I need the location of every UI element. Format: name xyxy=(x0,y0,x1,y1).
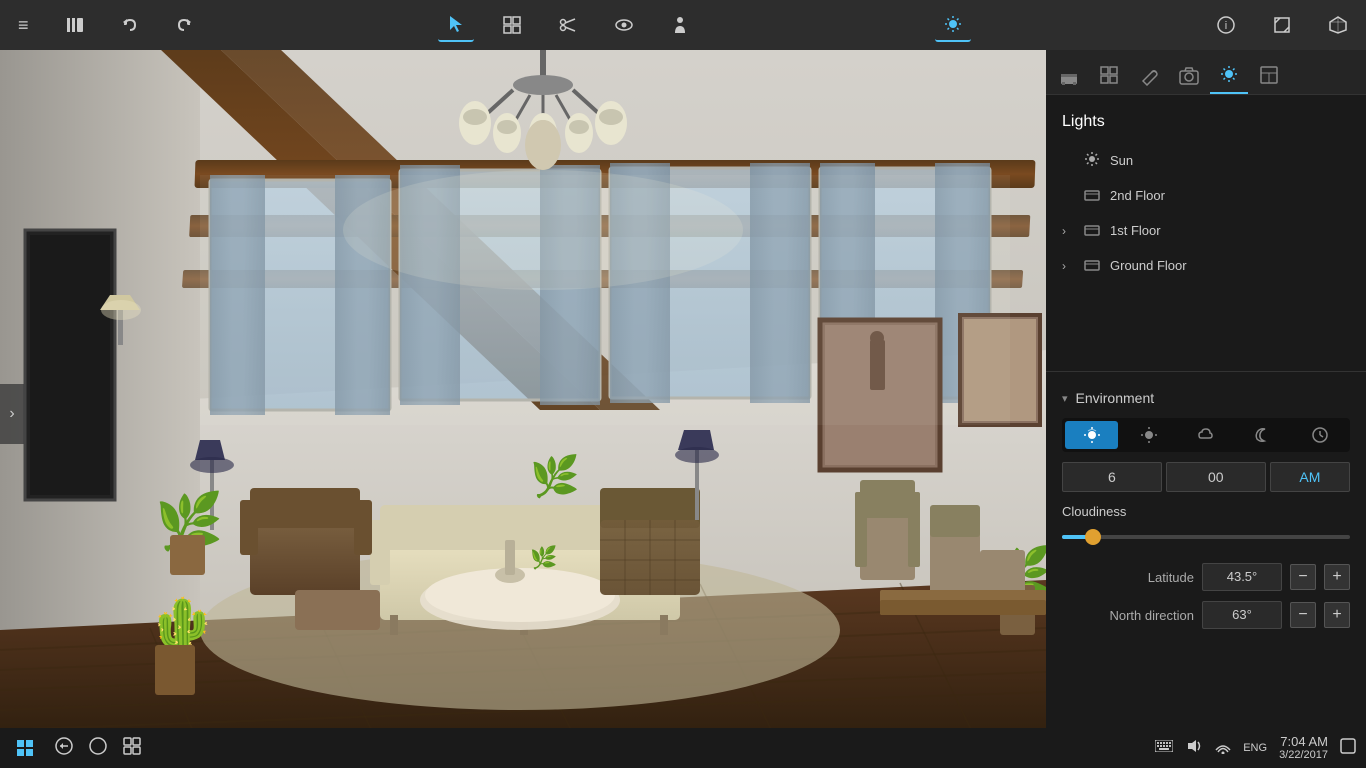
time-min[interactable]: 00 xyxy=(1166,462,1266,492)
svg-text:🌿: 🌿 xyxy=(530,545,557,570)
floor-light-icon-2 xyxy=(1084,186,1100,205)
tab-plan[interactable] xyxy=(1250,56,1288,94)
objects-icon[interactable] xyxy=(494,9,530,41)
left-nav-arrow[interactable]: › xyxy=(0,384,24,444)
north-direction-label: North direction xyxy=(1062,608,1194,623)
expand-arrow-1st: › xyxy=(1062,224,1074,238)
tab-decorate[interactable] xyxy=(1130,56,1168,94)
person-icon[interactable] xyxy=(662,9,698,41)
language-icon[interactable]: ENG xyxy=(1243,742,1267,754)
time-display: 6 00 AM xyxy=(1062,462,1350,492)
light-item-ground-floor[interactable]: › Ground Floor xyxy=(1046,248,1366,283)
tab-furniture[interactable] xyxy=(1050,56,1088,94)
library-icon[interactable] xyxy=(57,9,93,41)
env-chevron-icon: ▾ xyxy=(1062,392,1068,405)
latitude-row: Latitude 43.5° − + xyxy=(1062,563,1350,591)
select-icon[interactable] xyxy=(438,8,474,42)
nav-arrow-label: › xyxy=(9,405,14,423)
windows-logo-icon xyxy=(17,740,33,756)
cloudiness-slider[interactable] xyxy=(1062,527,1350,547)
time-ampm[interactable]: AM xyxy=(1270,462,1350,492)
panel-content: Lights Sun 2nd Floor › 1st Floor xyxy=(1046,95,1366,728)
clock-date: 3/22/2017 xyxy=(1279,749,1328,762)
sun-light-icon xyxy=(1084,151,1100,170)
top-toolbar: ≡ i xyxy=(0,0,1366,50)
right-panel: Lights Sun 2nd Floor › 1st Floor xyxy=(1046,50,1366,728)
panel-tabs xyxy=(1046,50,1366,95)
clock-time: 7:04 AM xyxy=(1279,734,1328,750)
system-time[interactable]: 7:04 AM 3/22/2017 xyxy=(1279,734,1328,763)
tab-lights[interactable] xyxy=(1210,56,1248,94)
hamburger-menu-icon[interactable]: ≡ xyxy=(10,9,37,42)
panel-divider xyxy=(1046,371,1366,372)
sun-light-label: Sun xyxy=(1110,153,1133,168)
cloudiness-label: Cloudiness xyxy=(1062,504,1350,519)
light-item-2nd-floor[interactable]: 2nd Floor xyxy=(1046,178,1366,213)
cloudiness-section: Cloudiness xyxy=(1062,504,1350,547)
north-direction-row: North direction 63° − + xyxy=(1062,601,1350,629)
keyboard-icon[interactable] xyxy=(1155,739,1173,757)
svg-text:🌿: 🌿 xyxy=(530,453,580,499)
volume-icon[interactable] xyxy=(1185,737,1203,760)
north-decrease-btn[interactable]: − xyxy=(1290,602,1316,628)
time-hour[interactable]: 6 xyxy=(1062,462,1162,492)
tab-build[interactable] xyxy=(1090,56,1128,94)
main-3d-view[interactable]: 🌿 🌿 🌵 🌿 🌿 xyxy=(0,50,1046,728)
network-icon[interactable] xyxy=(1215,738,1231,759)
tab-camera[interactable] xyxy=(1170,56,1208,94)
taskbar: ENG 7:04 AM 3/22/2017 xyxy=(0,728,1366,768)
task-view-icon[interactable] xyxy=(123,737,141,760)
environment-header[interactable]: ▾ Environment xyxy=(1062,390,1350,406)
floor-light-icon-1 xyxy=(1084,221,1100,240)
eye-icon[interactable] xyxy=(606,9,642,41)
north-increase-btn[interactable]: + xyxy=(1324,602,1350,628)
mode-sunny-btn[interactable] xyxy=(1122,421,1175,449)
latitude-value[interactable]: 43.5° xyxy=(1202,563,1282,591)
sun-icon[interactable] xyxy=(935,8,971,42)
floor-light-icon-ground xyxy=(1084,256,1100,275)
latitude-label: Latitude xyxy=(1062,570,1194,585)
latitude-decrease-btn[interactable]: − xyxy=(1290,564,1316,590)
cortana-icon[interactable] xyxy=(88,736,108,761)
mode-clear-btn[interactable] xyxy=(1065,421,1118,449)
mode-night-btn[interactable] xyxy=(1237,421,1290,449)
light-item-sun[interactable]: Sun xyxy=(1046,143,1366,178)
2nd-floor-label: 2nd Floor xyxy=(1110,188,1165,203)
latitude-increase-btn[interactable]: + xyxy=(1324,564,1350,590)
mode-time-btn[interactable] xyxy=(1294,421,1347,449)
redo-icon[interactable] xyxy=(167,10,201,40)
windows-start-button[interactable] xyxy=(10,733,40,763)
svg-text:i: i xyxy=(1225,20,1227,32)
expand-icon[interactable] xyxy=(1264,9,1300,41)
north-direction-value[interactable]: 63° xyxy=(1202,601,1282,629)
scissors-icon[interactable] xyxy=(550,9,586,41)
notification-icon[interactable] xyxy=(1340,738,1356,759)
taskbar-right: ENG 7:04 AM 3/22/2017 xyxy=(1155,734,1356,763)
expand-arrow-ground: › xyxy=(1062,259,1074,273)
slider-thumb[interactable] xyxy=(1085,529,1101,545)
slider-track xyxy=(1062,535,1350,539)
back-button[interactable] xyxy=(55,737,73,760)
ground-floor-label: Ground Floor xyxy=(1110,258,1187,273)
light-item-1st-floor[interactable]: › 1st Floor xyxy=(1046,213,1366,248)
cube-icon[interactable] xyxy=(1320,9,1356,41)
time-modes xyxy=(1062,418,1350,452)
1st-floor-label: 1st Floor xyxy=(1110,223,1161,238)
info-icon[interactable]: i xyxy=(1208,9,1244,41)
environment-label: Environment xyxy=(1076,390,1155,406)
mode-cloudy-btn[interactable] xyxy=(1179,421,1232,449)
undo-icon[interactable] xyxy=(113,10,147,40)
lights-section-title: Lights xyxy=(1046,105,1366,143)
environment-section: ▾ Environment xyxy=(1046,380,1366,649)
